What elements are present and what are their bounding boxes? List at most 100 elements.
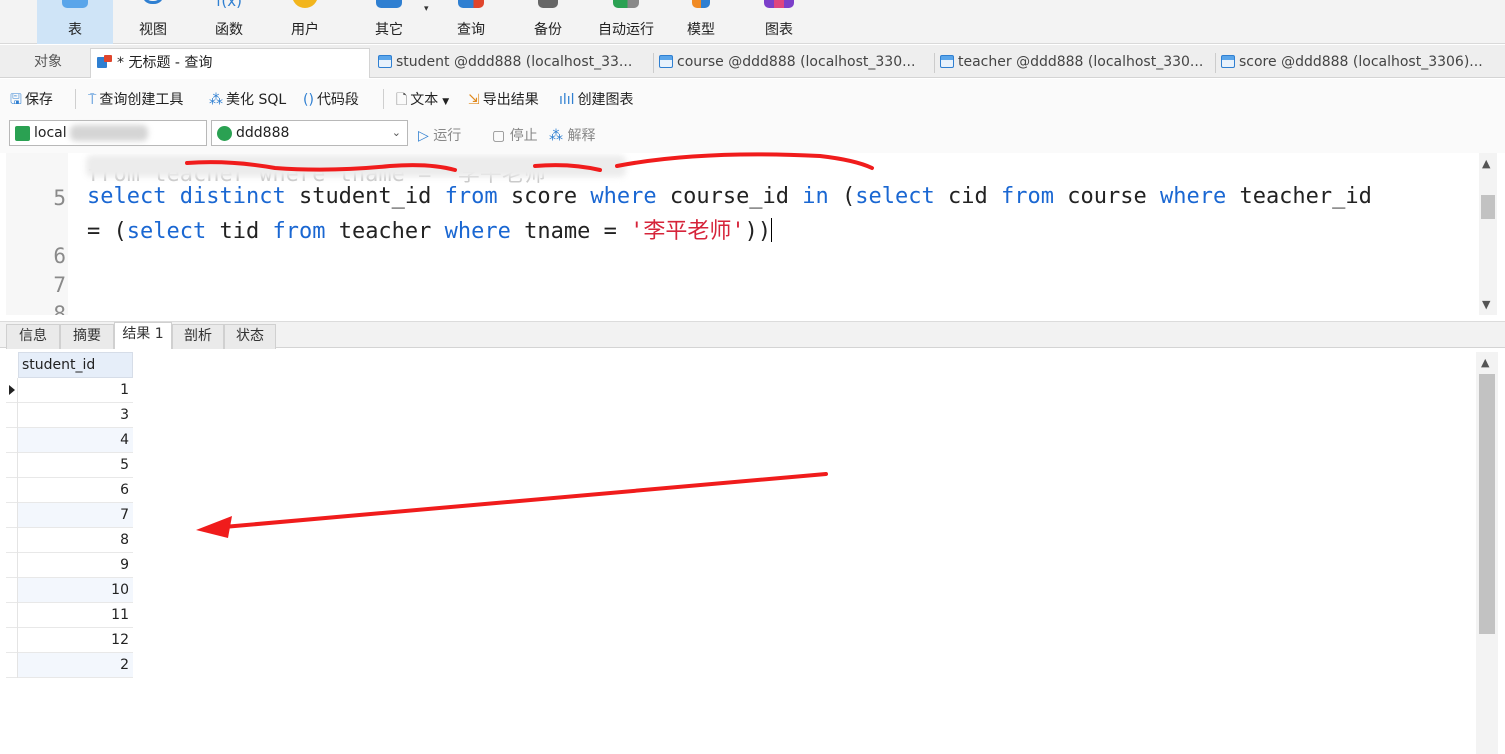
run-label: 运行 bbox=[433, 128, 462, 144]
code-line-5b: = (select tid from teacher where tname =… bbox=[87, 218, 773, 244]
table-row[interactable]: 5 bbox=[6, 453, 133, 478]
ribbon-label: 自动运行 bbox=[598, 22, 654, 38]
connection-bar: local ddd888 ⌄ ▷ 运行 ▢ 停止 ⁂ 解释 bbox=[0, 117, 1505, 153]
create-chart-button[interactable]: ılıl 创建图表 bbox=[559, 89, 634, 109]
table-cell[interactable]: 3 bbox=[18, 403, 133, 427]
tab-info[interactable]: 信息 bbox=[6, 324, 60, 349]
beautify-label: 美化 SQL bbox=[226, 92, 287, 108]
table-row[interactable]: 11 bbox=[6, 603, 133, 628]
chevron-down-icon: ▼ bbox=[442, 97, 450, 107]
table-cell[interactable]: 10 bbox=[18, 578, 133, 602]
beautify-sql-button[interactable]: ⁂ 美化 SQL bbox=[209, 89, 286, 109]
table-cell[interactable]: 9 bbox=[18, 553, 133, 577]
scroll-up-icon[interactable]: ▲ bbox=[1481, 356, 1489, 369]
table-cell[interactable]: 2 bbox=[18, 653, 133, 677]
table-row[interactable]: 2 bbox=[6, 653, 133, 678]
builder-icon: ⍑ bbox=[88, 92, 97, 108]
ribbon-backup-button[interactable]: 备份 bbox=[519, 0, 577, 44]
ribbon-table-button[interactable]: 表 bbox=[37, 0, 113, 44]
ribbon-user-button[interactable]: 用户 bbox=[276, 0, 334, 44]
ribbon-model-button[interactable]: 模型 bbox=[672, 0, 730, 44]
editor-scroll-thumb[interactable] bbox=[1481, 195, 1495, 219]
connection-icon bbox=[15, 126, 30, 141]
stop-icon: ▢ bbox=[492, 128, 506, 144]
tab-course-table[interactable]: course @ddd888 (localhost_330... bbox=[653, 48, 933, 78]
save-icon: 🖫 bbox=[10, 92, 22, 108]
save-button[interactable]: 🖫 保存 bbox=[10, 89, 53, 113]
tab-untitled-query[interactable]: * 无标题 - 查询 bbox=[90, 48, 370, 78]
ribbon-label: 备份 bbox=[534, 22, 562, 38]
ribbon-chart-button[interactable]: 图表 bbox=[750, 0, 808, 44]
other-icon bbox=[376, 0, 402, 8]
tab-label: * 无标题 - 查询 bbox=[117, 55, 213, 71]
document-tab-bar: 对象 * 无标题 - 查询 student @ddd888 (localhost… bbox=[0, 45, 1505, 78]
scroll-up-icon[interactable]: ▲ bbox=[1482, 157, 1490, 170]
query-builder-button[interactable]: ⍑ 查询创建工具 bbox=[88, 89, 183, 109]
table-cell[interactable]: 4 bbox=[18, 428, 133, 452]
explain-button[interactable]: ⁂ 解释 bbox=[549, 125, 595, 145]
tab-result-1[interactable]: 结果 1 bbox=[114, 322, 172, 349]
table-row[interactable]: 6 bbox=[6, 478, 133, 503]
line-number: 5 bbox=[53, 186, 66, 210]
tab-objects[interactable]: 对象 bbox=[6, 48, 90, 78]
table-row[interactable]: 4 bbox=[6, 428, 133, 453]
tab-teacher-table[interactable]: teacher @ddd888 (localhost_330... bbox=[934, 48, 1214, 78]
table-row[interactable]: 1 bbox=[6, 378, 133, 403]
row-header bbox=[6, 403, 18, 428]
row-header bbox=[6, 428, 18, 453]
scroll-down-icon[interactable]: ▼ bbox=[1482, 298, 1490, 311]
ribbon-query-button[interactable]: 查询 bbox=[442, 0, 500, 44]
result-grid: student_id 1 3 4 5 6 7 8 9 10 11 12 2 bbox=[6, 352, 133, 679]
query-icon bbox=[458, 0, 484, 8]
stop-button[interactable]: ▢ 停止 bbox=[492, 125, 538, 145]
database-value: ddd888 bbox=[236, 125, 290, 141]
tab-status[interactable]: 状态 bbox=[224, 324, 276, 349]
export-result-button[interactable]: ⇲ 导出结果 bbox=[468, 89, 539, 109]
table-row[interactable]: 12 bbox=[6, 628, 133, 653]
grid-scrollbar[interactable]: ▲ bbox=[1476, 352, 1498, 754]
text-mode-button[interactable]: 🗋 文本 ▼ bbox=[396, 89, 449, 113]
result-tab-bar: 信息 摘要 结果 1 剖析 状态 bbox=[0, 321, 1505, 349]
other-dropdown-arrow[interactable]: ▾ bbox=[424, 4, 429, 14]
table-cell[interactable]: 12 bbox=[18, 628, 133, 652]
editor-scrollbar[interactable]: ▲ ▼ bbox=[1479, 153, 1497, 315]
backup-icon bbox=[538, 0, 558, 8]
row-header bbox=[6, 553, 18, 578]
table-cell[interactable]: 8 bbox=[18, 528, 133, 552]
ribbon-other-button[interactable]: 其它 bbox=[360, 0, 418, 44]
redacted-mask bbox=[70, 125, 148, 141]
run-button[interactable]: ▷ 运行 bbox=[418, 125, 461, 145]
query-tab-icon bbox=[97, 55, 113, 69]
ribbon-view-button[interactable]: 视图 bbox=[122, 0, 184, 44]
code-snippet-button[interactable]: () 代码段 bbox=[303, 89, 359, 109]
snippet-icon: () bbox=[303, 92, 314, 108]
tab-student-table[interactable]: student @ddd888 (localhost_33... bbox=[372, 48, 652, 78]
ribbon-label: 函数 bbox=[215, 22, 243, 38]
table-cell[interactable]: 6 bbox=[18, 478, 133, 502]
table-row[interactable]: 7 bbox=[6, 503, 133, 528]
table-row[interactable]: 3 bbox=[6, 403, 133, 428]
tab-label: teacher @ddd888 (localhost_330... bbox=[958, 54, 1204, 70]
table-row[interactable]: 10 bbox=[6, 578, 133, 603]
table-row[interactable]: 9 bbox=[6, 553, 133, 578]
line-number: 6 bbox=[53, 244, 66, 268]
document-icon: 🗋 bbox=[396, 92, 408, 108]
ribbon-function-button[interactable]: f(x) 函数 bbox=[200, 0, 258, 44]
table-cell[interactable]: 11 bbox=[18, 603, 133, 627]
database-select[interactable]: ddd888 ⌄ bbox=[211, 120, 408, 146]
ribbon-automation-button[interactable]: 自动运行 bbox=[590, 0, 662, 44]
table-cell[interactable]: 7 bbox=[18, 503, 133, 527]
tab-score-table[interactable]: score @ddd888 (localhost_3306)... bbox=[1215, 48, 1493, 78]
table-cell[interactable]: 1 bbox=[18, 378, 133, 402]
ribbon-label: 查询 bbox=[457, 22, 485, 38]
column-header-student-id[interactable]: student_id bbox=[18, 352, 133, 378]
tab-summary[interactable]: 摘要 bbox=[60, 324, 114, 349]
tab-profile[interactable]: 剖析 bbox=[172, 324, 224, 349]
text-caret bbox=[771, 218, 773, 242]
table-cell[interactable]: 5 bbox=[18, 453, 133, 477]
ribbon-label: 表 bbox=[68, 22, 82, 38]
sql-editor[interactable]: 5 6 7 8 from teacher where tname = '李平老师… bbox=[6, 153, 1497, 315]
export-icon: ⇲ bbox=[468, 92, 480, 108]
table-row[interactable]: 8 bbox=[6, 528, 133, 553]
grid-scroll-thumb[interactable] bbox=[1479, 374, 1495, 634]
